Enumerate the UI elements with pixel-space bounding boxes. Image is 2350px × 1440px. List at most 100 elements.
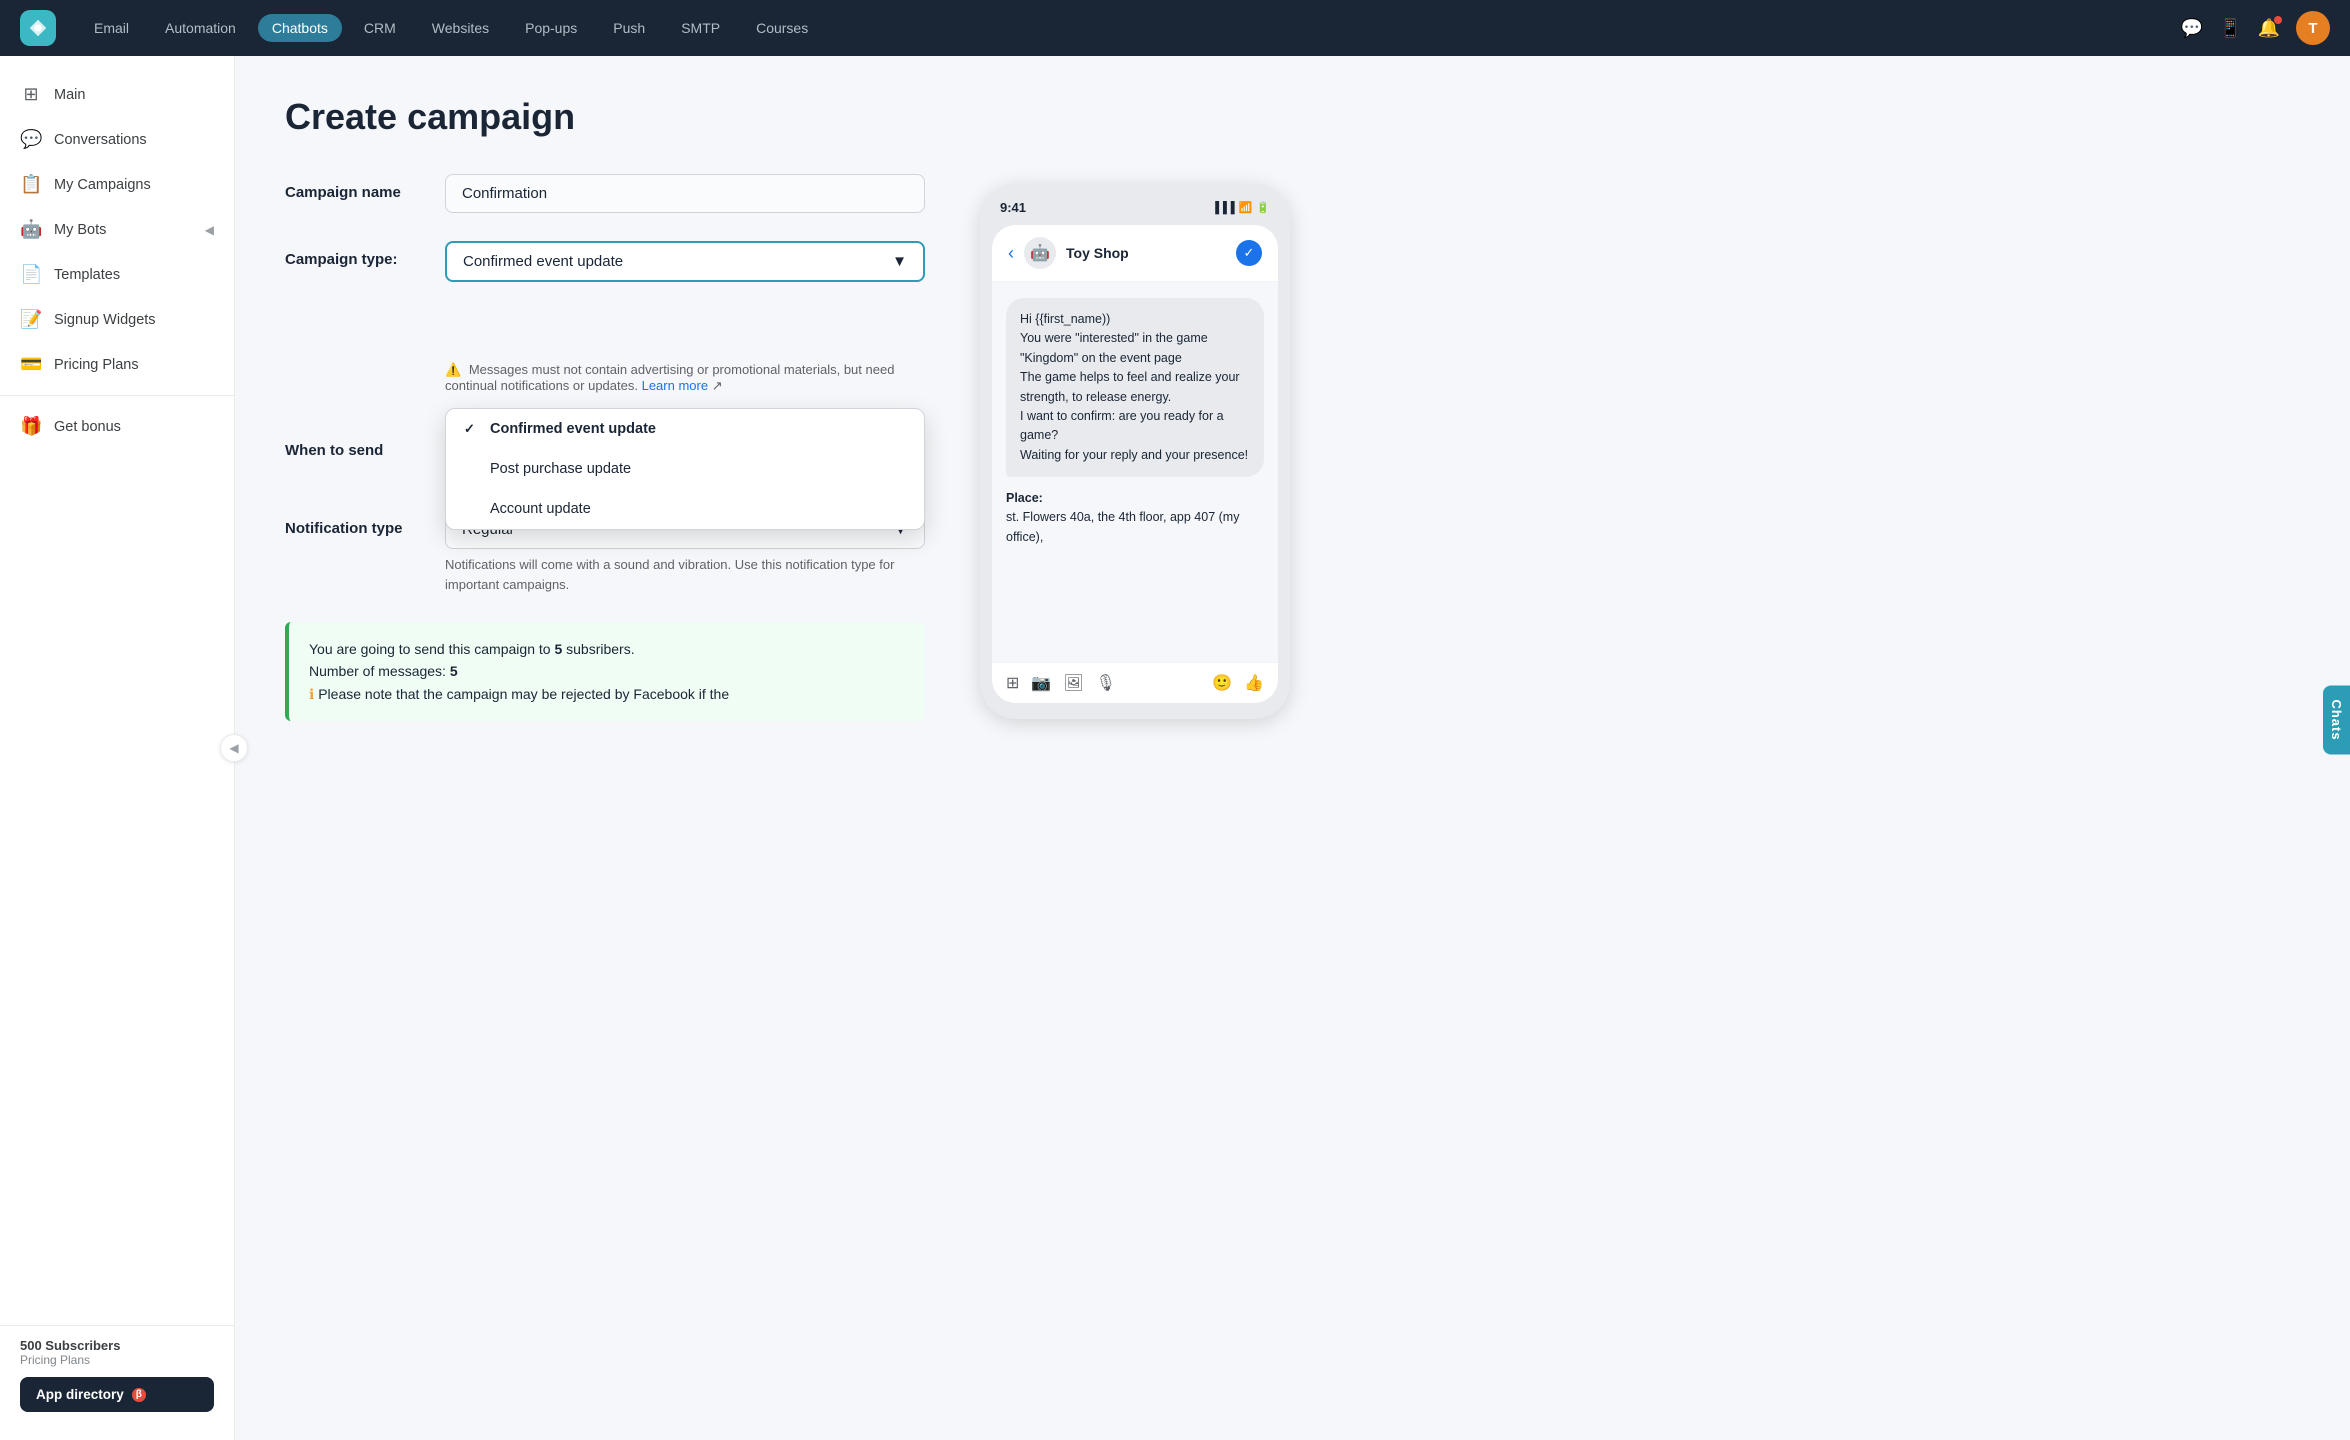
- option-label-account-update: Account update: [490, 501, 591, 517]
- phone-mockup: 9:41 ▐▐▐ 📶 🔋 ‹ 🤖 Toy Shop ✓: [980, 184, 1290, 719]
- chat-back-icon[interactable]: ‹: [1008, 243, 1014, 264]
- pricing-plan-label: Pricing Plans: [20, 1353, 214, 1367]
- battery-icon: 🔋: [1256, 201, 1270, 214]
- message-text: Hi {{first_name))You were "interested" i…: [1020, 312, 1248, 462]
- nav-crm[interactable]: CRM: [350, 14, 410, 42]
- nav-automation[interactable]: Automation: [151, 14, 250, 42]
- conversations-icon: 💬: [20, 129, 42, 150]
- campaign-type-dropdown-menu: ✓ Confirmed event update Post purchase u…: [445, 408, 925, 530]
- sidebar-label-signup: Signup Widgets: [54, 312, 156, 328]
- nav-push[interactable]: Push: [599, 14, 659, 42]
- sidebar-label-templates: Templates: [54, 267, 120, 283]
- app-directory-label: App directory: [36, 1387, 124, 1402]
- sidebar-item-templates[interactable]: 📄 Templates: [0, 252, 234, 297]
- sidebar-label-conversations: Conversations: [54, 132, 147, 148]
- app-directory-button[interactable]: App directory β: [20, 1377, 214, 1412]
- wifi-icon: 📶: [1239, 201, 1253, 214]
- sidebar-item-bonus[interactable]: 🎁 Get bonus: [0, 404, 234, 449]
- sidebar-item-main[interactable]: ⊞ Main: [0, 72, 234, 117]
- option-label-confirmed: Confirmed event update: [490, 421, 656, 437]
- main-icon: ⊞: [20, 84, 42, 105]
- sidebar-divider: [0, 395, 234, 396]
- notification-icon[interactable]: 🔔: [2258, 18, 2280, 39]
- thumbs-up-icon[interactable]: 👍: [1244, 673, 1264, 693]
- mic-icon[interactable]: 🎙: [1096, 673, 1116, 693]
- dropdown-option-post-purchase[interactable]: Post purchase update: [446, 449, 924, 489]
- image-icon[interactable]: 🖼: [1063, 673, 1083, 693]
- sidebar-label-bots: My Bots: [54, 222, 106, 238]
- bots-chevron-icon: ◀: [205, 223, 214, 237]
- when-to-send-label: When to send: [285, 432, 445, 459]
- campaign-type-label: Campaign type:: [285, 241, 445, 268]
- campaign-name-row: Campaign name: [285, 174, 925, 213]
- logo[interactable]: [20, 10, 56, 46]
- alert-text: You are going to send this campaign to 5…: [309, 638, 905, 705]
- message-bubble: Hi {{first_name))You were "interested" i…: [1006, 298, 1264, 477]
- sidebar-label-main: Main: [54, 87, 85, 103]
- learn-more-link[interactable]: Learn more: [642, 378, 708, 393]
- chat-name: Toy Shop: [1066, 245, 1226, 261]
- top-navigation: Email Automation Chatbots CRM Websites P…: [0, 0, 2350, 56]
- alert-text3: Number of messages:: [309, 663, 450, 679]
- sidebar-label-bonus: Get bonus: [54, 419, 121, 435]
- sidebar-label-campaigns: My Campaigns: [54, 177, 151, 193]
- place-label: Place:: [1006, 491, 1043, 505]
- campaign-type-dropdown-wrapper: Confirmed event update ▼ ✓ Confirmed eve…: [445, 241, 925, 404]
- sidebar-collapse-button[interactable]: ◀: [220, 734, 248, 762]
- place-text: st. Flowers 40a, the 4th floor, app 407 …: [1006, 510, 1239, 543]
- alert-text1: You are going to send this campaign to: [309, 641, 554, 657]
- chats-tab[interactable]: Chats: [2323, 685, 2350, 754]
- camera-icon[interactable]: 📷: [1031, 673, 1051, 693]
- nav-right-area: 💬 📱 🔔 T: [2181, 11, 2330, 45]
- campaign-name-label: Campaign name: [285, 174, 445, 201]
- dropdown-option-confirmed[interactable]: ✓ Confirmed event update: [446, 409, 924, 449]
- campaign-type-row: Campaign type: Confirmed event update ▼ …: [285, 241, 925, 404]
- dropdown-option-account-update[interactable]: Account update: [446, 489, 924, 529]
- sidebar-item-conversations[interactable]: 💬 Conversations: [0, 117, 234, 162]
- nav-email[interactable]: Email: [80, 14, 143, 42]
- nav-websites[interactable]: Websites: [418, 14, 503, 42]
- sidebar: ⊞ Main 💬 Conversations 📋 My Campaigns 🤖 …: [0, 56, 235, 1440]
- campaign-type-dropdown-button[interactable]: Confirmed event update ▼: [445, 241, 925, 282]
- signup-icon: 📝: [20, 309, 42, 330]
- emoji-icon[interactable]: 🙂: [1212, 673, 1232, 693]
- chat-avatar: 🤖: [1024, 237, 1056, 269]
- warning-small-icon: ℹ: [309, 686, 314, 702]
- dropdown-selected-value: Confirmed event update: [463, 253, 623, 270]
- nav-smtp[interactable]: SMTP: [667, 14, 734, 42]
- phone-status-bar: 9:41 ▐▐▐ 📶 🔋: [992, 200, 1278, 225]
- phone-time: 9:41: [1000, 200, 1026, 215]
- phone-messages-area: Hi {{first_name))You were "interested" i…: [992, 282, 1278, 662]
- option-label-post-purchase: Post purchase update: [490, 461, 631, 477]
- nav-chatbots[interactable]: Chatbots: [258, 14, 342, 42]
- user-avatar[interactable]: T: [2296, 11, 2330, 45]
- nav-courses[interactable]: Courses: [742, 14, 822, 42]
- sidebar-label-pricing: Pricing Plans: [54, 357, 139, 373]
- phone-status-icons: ▐▐▐ 📶 🔋: [1211, 201, 1270, 214]
- page-title: Create campaign: [285, 96, 2300, 138]
- chat-verified-icon: ✓: [1236, 240, 1262, 266]
- bonus-icon: 🎁: [20, 416, 42, 437]
- subscribers-count: 500 Subscribers: [20, 1338, 214, 1353]
- sidebar-item-bots[interactable]: 🤖 My Bots ◀: [0, 207, 234, 252]
- phone-bottom-bar: ⊞ 📷 🖼 🎙 🙂 👍: [992, 662, 1278, 703]
- beta-badge: β: [132, 1388, 146, 1402]
- sidebar-item-pricing[interactable]: 💳 Pricing Plans: [0, 342, 234, 387]
- notification-type-label: Notification type: [285, 510, 445, 537]
- sidebar-item-signup-widgets[interactable]: 📝 Signup Widgets: [0, 297, 234, 342]
- chat-icon[interactable]: 💬: [2181, 18, 2203, 39]
- templates-icon: 📄: [20, 264, 42, 285]
- mobile-icon[interactable]: 📱: [2219, 18, 2241, 39]
- bots-icon: 🤖: [20, 219, 42, 240]
- nav-popups[interactable]: Pop-ups: [511, 14, 591, 42]
- sidebar-bottom: 500 Subscribers Pricing Plans App direct…: [0, 1325, 234, 1424]
- dropdown-chevron-icon: ▼: [892, 253, 907, 270]
- alert-text2: subsribers.: [562, 641, 634, 657]
- warning-icon: ⚠️: [445, 362, 461, 377]
- alert-messages-count: 5: [450, 663, 458, 679]
- phone-chat-header: ‹ 🤖 Toy Shop ✓: [992, 225, 1278, 282]
- sidebar-item-campaigns[interactable]: 📋 My Campaigns: [0, 162, 234, 207]
- grid-icon[interactable]: ⊞: [1006, 673, 1019, 693]
- campaign-name-input[interactable]: [445, 174, 925, 213]
- message-place: Place: st. Flowers 40a, the 4th floor, a…: [1006, 489, 1264, 547]
